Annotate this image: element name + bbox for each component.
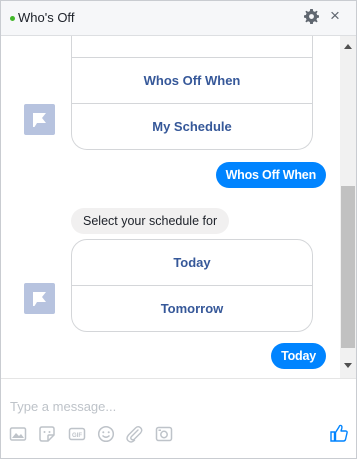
image-icon[interactable] [9, 425, 27, 443]
svg-text:GIF: GIF [72, 433, 82, 439]
chat-header[interactable]: Who's Off × [1, 1, 356, 36]
scrollbar-thumb[interactable] [341, 186, 355, 348]
gear-icon[interactable] [304, 9, 319, 24]
quick-reply-today[interactable]: Today [72, 240, 312, 285]
flag-icon [33, 292, 46, 306]
sent-message[interactable]: Today [271, 343, 326, 369]
card-button-hidden[interactable] [72, 36, 312, 57]
flag-icon [33, 113, 46, 127]
quick-reply-tomorrow[interactable]: Tomorrow [72, 285, 312, 331]
online-status-dot [10, 16, 15, 21]
message-composer: Type a message... GIF [1, 378, 356, 458]
attachment-icon[interactable] [125, 425, 143, 443]
received-message[interactable]: Select your schedule for [71, 208, 230, 234]
emoji-icon[interactable] [97, 425, 115, 443]
message-input[interactable]: Type a message... [10, 399, 116, 414]
camera-icon[interactable] [155, 425, 173, 443]
bot-avatar[interactable] [24, 283, 55, 314]
thumbs-up-icon[interactable] [330, 424, 348, 442]
chat-title[interactable]: Who's Off [18, 10, 74, 25]
scrollbar[interactable] [340, 36, 356, 378]
close-icon[interactable]: × [330, 5, 340, 27]
message-list: Whos Off When My Schedule Whos Off When … [1, 36, 340, 378]
chat-window: Who's Off × Whos Off When My Schedule Wh… [0, 0, 357, 459]
bot-avatar[interactable] [24, 104, 55, 135]
quick-reply-card: Whos Off When My Schedule [71, 36, 313, 150]
quick-reply-my-schedule[interactable]: My Schedule [72, 103, 312, 149]
sticker-icon[interactable] [38, 425, 56, 443]
quick-reply-whos-off-when[interactable]: Whos Off When [72, 57, 312, 103]
scroll-up-arrow-icon[interactable] [344, 44, 352, 49]
sent-message[interactable]: Whos Off When [215, 162, 326, 188]
gif-icon[interactable]: GIF [68, 425, 86, 443]
quick-reply-card: Today Tomorrow [71, 239, 313, 332]
scroll-down-arrow-icon[interactable] [344, 363, 352, 368]
